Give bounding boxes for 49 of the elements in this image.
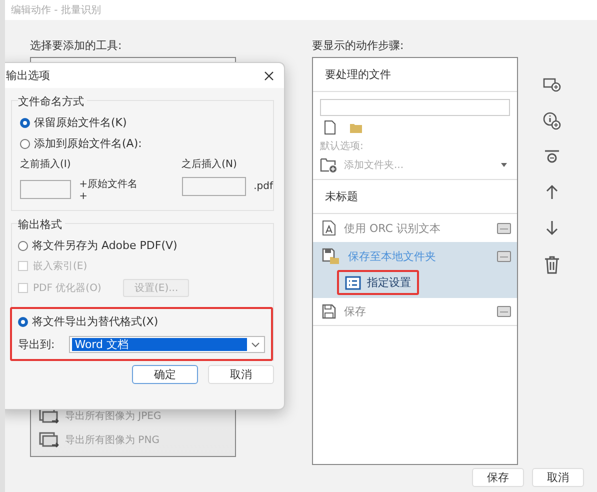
save-icon xyxy=(322,304,336,319)
default-options-label: 默认选项: xyxy=(320,140,364,153)
image-export-icon xyxy=(39,432,59,448)
arrow-up-icon[interactable] xyxy=(546,184,558,200)
add-step-icon[interactable] xyxy=(543,78,561,92)
radio-option[interactable]: 保留原始文件名(K) xyxy=(20,115,273,130)
insert-icon[interactable] xyxy=(544,150,560,164)
folder-add-icon xyxy=(320,157,338,173)
suffix-field[interactable] xyxy=(182,177,246,196)
dialog-title: 输出选项 xyxy=(6,68,50,83)
save-folder-icon xyxy=(322,248,340,264)
extension-text: .pdf xyxy=(254,181,273,192)
options-icon[interactable] xyxy=(497,222,511,234)
field-label: 之后插入(N) xyxy=(182,158,238,171)
filename-text: +原始文件名+ xyxy=(79,178,138,202)
step-item[interactable]: 使用 ORC 识别文本 xyxy=(313,214,517,242)
list-settings-icon xyxy=(345,276,361,290)
section-header: 要处理的文件 xyxy=(313,58,517,92)
dialog-button[interactable]: 取消 xyxy=(208,365,274,384)
file-icon[interactable] xyxy=(324,120,336,135)
prefix-field[interactable] xyxy=(20,180,72,199)
panel-label: 选择要添加的工具: xyxy=(30,38,123,53)
info-add-icon[interactable] xyxy=(543,112,561,130)
options-icon[interactable] xyxy=(497,306,511,317)
field-label: 之前插入(I) xyxy=(20,158,72,171)
chevron-down-icon xyxy=(251,342,260,348)
trash-icon[interactable] xyxy=(544,256,560,274)
options-icon[interactable] xyxy=(497,250,511,262)
file-input-field[interactable] xyxy=(320,99,510,116)
window-title: 编辑动作 - 批量识别 xyxy=(11,4,101,17)
section-header: 未标题 xyxy=(313,180,517,214)
panel-label: 要显示的动作步骤: xyxy=(312,38,405,53)
caret-icon xyxy=(501,163,507,167)
export-to-label: 导出到: xyxy=(18,337,55,352)
format-select[interactable]: Word 文档 xyxy=(68,336,265,353)
step-setting[interactable]: 指定设置 xyxy=(337,270,419,295)
step-item[interactable]: 保存 xyxy=(313,298,517,325)
arrow-down-icon[interactable] xyxy=(546,220,558,236)
radio-option[interactable]: 添加到原始文件名(A): xyxy=(20,136,273,151)
image-export-icon xyxy=(39,408,59,424)
group-legend: 输出格式 xyxy=(18,217,65,232)
group-legend: 文件命名方式 xyxy=(18,94,87,109)
dialog-button[interactable]: 取消 xyxy=(532,468,584,487)
radio-option[interactable]: 将文件导出为替代格式(X) xyxy=(18,314,265,329)
dialog-button[interactable]: 保存 xyxy=(472,468,524,487)
document-text-icon xyxy=(322,220,336,236)
dialog-button[interactable]: 确定 xyxy=(132,365,198,384)
radio-option[interactable]: 将文件另存为 Adobe PDF(V) xyxy=(18,238,273,253)
close-icon[interactable] xyxy=(264,70,274,80)
